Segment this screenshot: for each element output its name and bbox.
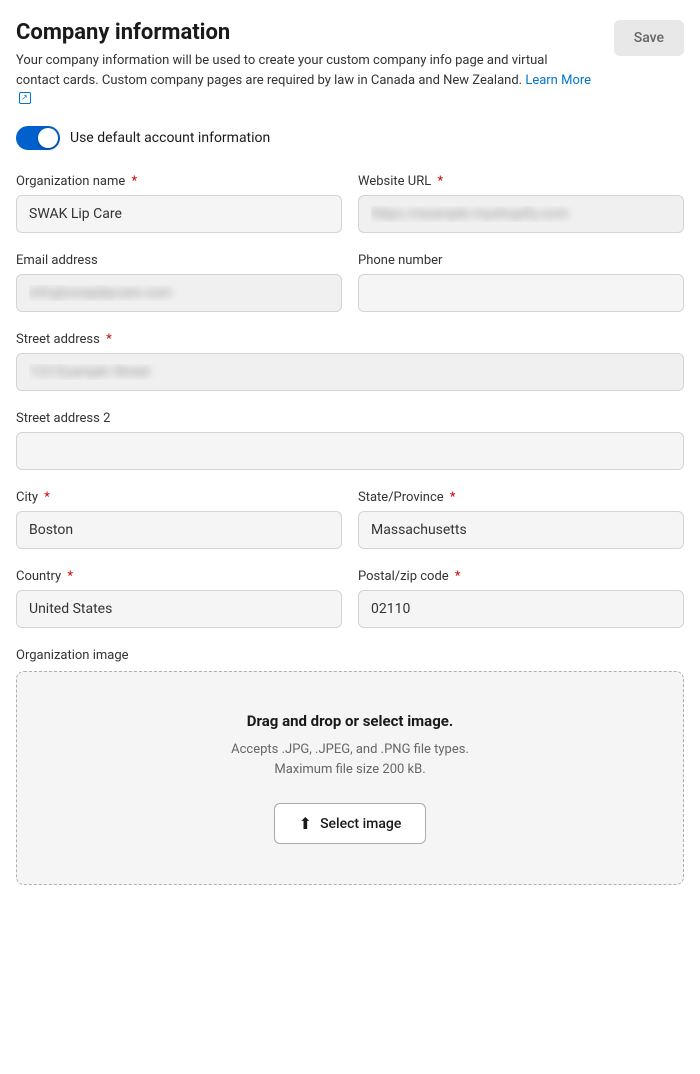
street2-group: Street address 2 (16, 411, 684, 470)
toggle-label: Use default account information (70, 130, 270, 146)
email-label: Email address (16, 253, 342, 268)
external-link-icon (19, 92, 31, 104)
street1-input[interactable] (16, 353, 684, 391)
website-required: * (437, 174, 443, 189)
select-image-button[interactable]: ⬆ Select image (274, 803, 427, 844)
image-upload-section: Organization image Drag and drop or sele… (16, 648, 684, 886)
org-website-row: Organization name * Website URL * (16, 174, 684, 233)
page-description: Your company information will be used to… (16, 51, 594, 110)
upload-icon: ⬆ (299, 814, 312, 833)
image-upload-area[interactable]: Drag and drop or select image. Accepts .… (16, 671, 684, 886)
country-label: Country * (16, 569, 342, 584)
max-size-text: Maximum file size 200 kB. (231, 760, 469, 781)
drag-drop-title: Drag and drop or select image. (247, 712, 453, 730)
description-text: Your company information will be used to… (16, 53, 548, 88)
page-title: Company information (16, 20, 594, 45)
toggle-row: Use default account information (16, 126, 684, 150)
select-image-label: Select image (320, 816, 401, 832)
email-input[interactable] (16, 274, 342, 312)
upload-hints: Accepts .JPG, .JPEG, and .PNG file types… (231, 740, 469, 782)
phone-group: Phone number (358, 253, 684, 312)
street2-row: Street address 2 (16, 411, 684, 470)
street1-label: Street address * (16, 332, 684, 347)
image-section-label: Organization image (16, 648, 684, 663)
org-name-label: Organization name * (16, 174, 342, 189)
org-name-required: * (131, 174, 137, 189)
street1-required: * (106, 332, 112, 347)
country-group: Country * (16, 569, 342, 628)
country-input[interactable] (16, 590, 342, 628)
toggle-thumb (38, 128, 58, 148)
state-input[interactable] (358, 511, 684, 549)
state-label: State/Province * (358, 490, 684, 505)
city-group: City * (16, 490, 342, 549)
website-url-input[interactable] (358, 195, 684, 233)
org-name-input[interactable] (16, 195, 342, 233)
country-required: * (67, 569, 73, 584)
postal-required: * (455, 569, 461, 584)
street2-input[interactable] (16, 432, 684, 470)
save-button[interactable]: Save (614, 20, 684, 56)
state-required: * (450, 490, 456, 505)
toggle-track (16, 126, 60, 150)
website-url-group: Website URL * (358, 174, 684, 233)
phone-input[interactable] (358, 274, 684, 312)
default-account-toggle[interactable] (16, 126, 60, 150)
state-group: State/Province * (358, 490, 684, 549)
header-left: Company information Your company informa… (16, 20, 614, 110)
city-state-row: City * State/Province * (16, 490, 684, 549)
city-required: * (44, 490, 50, 505)
email-group: Email address (16, 253, 342, 312)
city-label: City * (16, 490, 342, 505)
org-name-group: Organization name * (16, 174, 342, 233)
city-input[interactable] (16, 511, 342, 549)
email-phone-row: Email address Phone number (16, 253, 684, 312)
street2-label: Street address 2 (16, 411, 684, 426)
postal-input[interactable] (358, 590, 684, 628)
website-url-label: Website URL * (358, 174, 684, 189)
postal-label: Postal/zip code * (358, 569, 684, 584)
street1-row: Street address * (16, 332, 684, 391)
postal-group: Postal/zip code * (358, 569, 684, 628)
street1-group: Street address * (16, 332, 684, 391)
phone-label: Phone number (358, 253, 684, 268)
accepts-text: Accepts .JPG, .JPEG, and .PNG file types… (231, 740, 469, 761)
form-section: Organization name * Website URL * Email … (16, 174, 684, 628)
country-postal-row: Country * Postal/zip code * (16, 569, 684, 628)
